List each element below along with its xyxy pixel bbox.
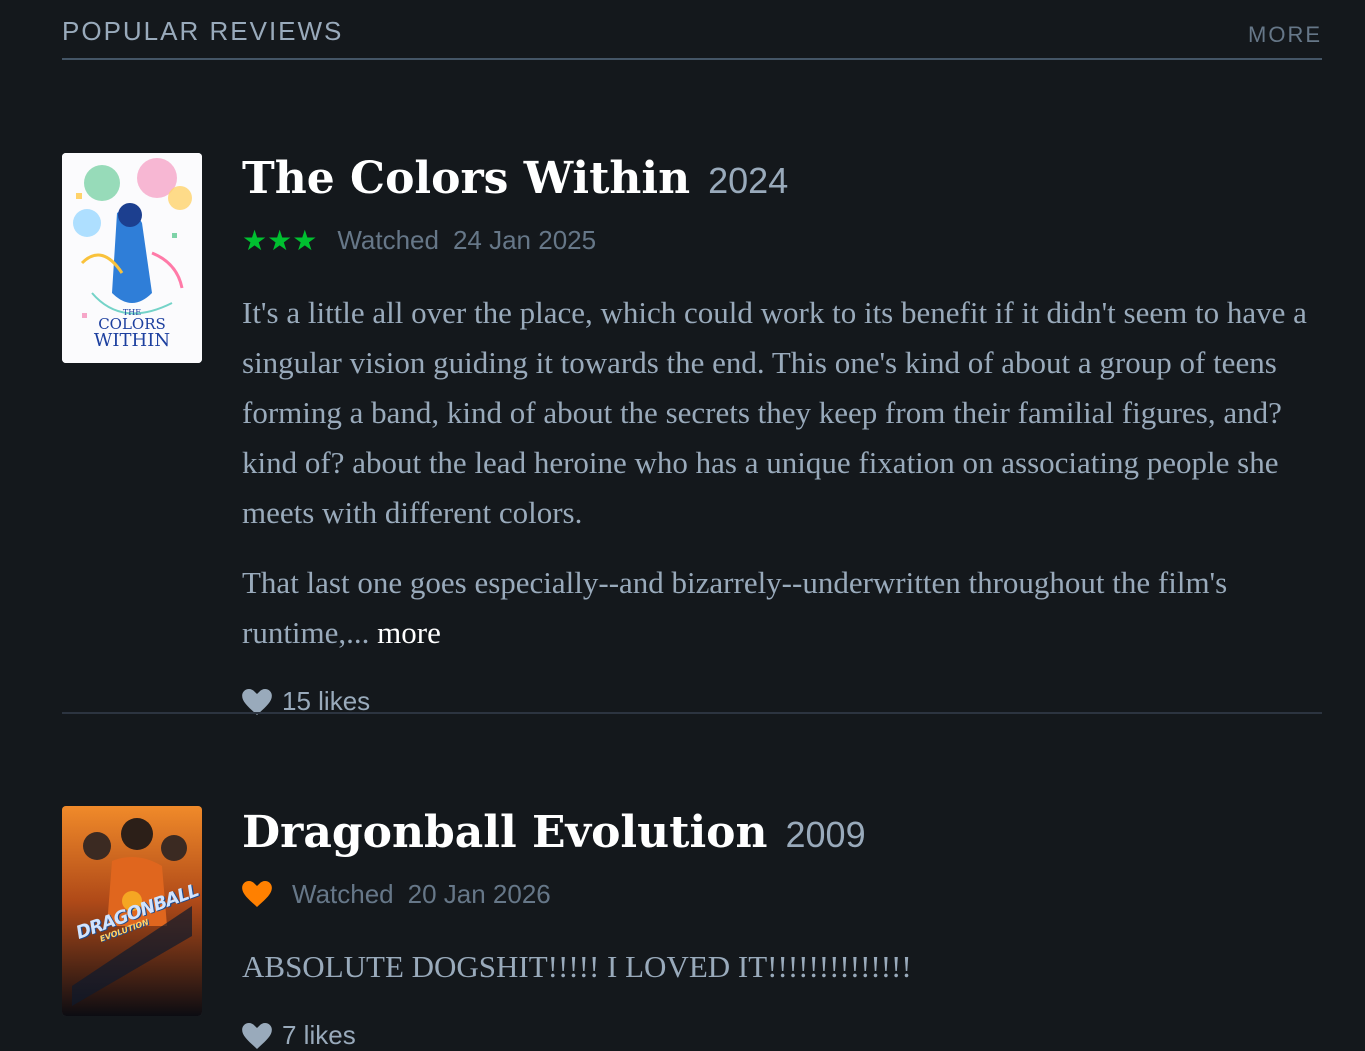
review-paragraph: ABSOLUTE DOGSHIT!!!!! I LOVED IT!!!!!!!!…	[242, 949, 912, 984]
likes-row: 7 likes	[242, 1020, 1322, 1051]
review-body: Dragonball Evolution 2009 Watched 20 Jan …	[242, 807, 1322, 1051]
review-title-line: The Colors Within 2024	[242, 153, 1322, 204]
watched-label[interactable]: Watched	[337, 225, 439, 256]
section-title: POPULAR REVIEWS	[62, 16, 344, 46]
review-text: It's a little all over the place, which …	[242, 288, 1322, 658]
like-heart-icon[interactable]	[242, 688, 272, 715]
like-heart-icon[interactable]	[242, 1022, 272, 1049]
section-header: POPULAR REVIEWS MORE	[62, 0, 1322, 60]
review-meta: Watched 20 Jan 2026	[242, 874, 1322, 914]
watched-date[interactable]: 20 Jan 2026	[408, 879, 551, 910]
film-title[interactable]: Dragonball Evolution	[242, 807, 768, 858]
review-body: The Colors Within 2024 ★★★ Watched 24 Jan…	[242, 153, 1322, 717]
film-year[interactable]: 2009	[786, 814, 866, 855]
review-title-line: Dragonball Evolution 2009	[242, 807, 1322, 858]
review-paragraph: It's a little all over the place, which …	[242, 295, 1307, 530]
likes-count[interactable]: 7 likes	[282, 1020, 356, 1051]
review-paragraph: That last one goes especially--and bizar…	[242, 558, 1322, 658]
film-year[interactable]: 2024	[708, 160, 788, 201]
popular-reviews-section: POPULAR REVIEWS MORE THE COLORS WITHIN T…	[62, 0, 1322, 1050]
rating-stars: ★★★	[242, 224, 318, 256]
liked-heart-icon	[242, 881, 272, 907]
poster-title-line: WITHIN	[93, 330, 171, 351]
watched-label[interactable]: Watched	[292, 879, 394, 910]
film-poster[interactable]: THE COLORS WITHIN	[62, 153, 202, 363]
poster-title: THE COLORS WITHIN	[62, 309, 202, 350]
read-more-link[interactable]: more	[377, 615, 441, 650]
review-text: ABSOLUTE DOGSHIT!!!!! I LOVED IT!!!!!!!!…	[242, 942, 1322, 992]
review-meta: ★★★ Watched 24 Jan 2025	[242, 220, 1322, 260]
film-title[interactable]: The Colors Within	[242, 153, 690, 204]
review-divider	[62, 712, 1322, 714]
watched-date[interactable]: 24 Jan 2025	[453, 225, 596, 256]
more-reviews-link[interactable]: MORE	[1248, 22, 1322, 48]
film-poster[interactable]: DRAGONBALL EVOLUTION	[62, 806, 202, 1016]
